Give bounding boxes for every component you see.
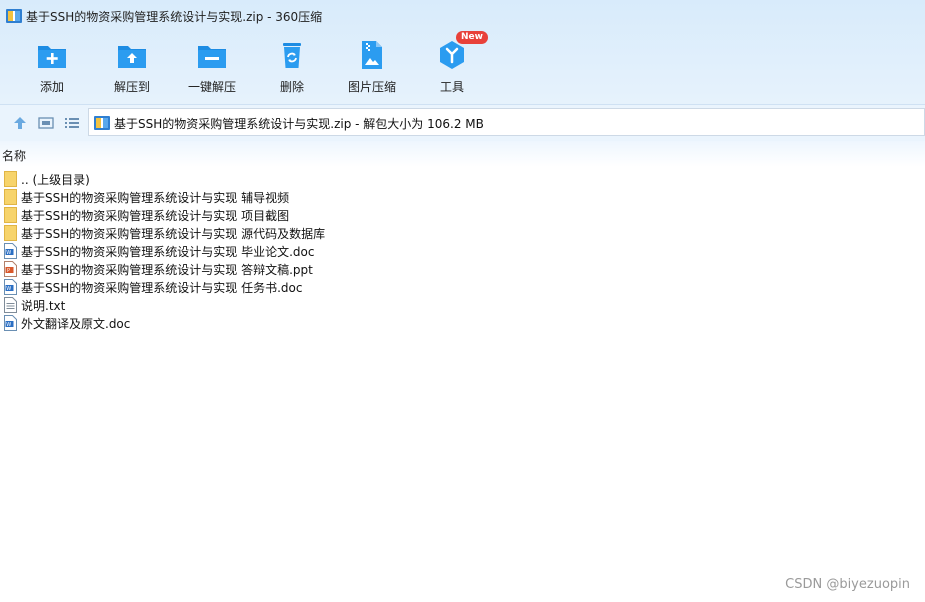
powerpoint-icon: P bbox=[4, 261, 17, 277]
tools-icon bbox=[440, 41, 464, 69]
file-name: 基于SSH的物资采购管理系统设计与实现 答辩文稿.ppt bbox=[21, 263, 313, 277]
one-click-extract-button[interactable]: 一键解压 bbox=[172, 40, 252, 100]
list-item[interactable]: 说明.txt bbox=[0, 296, 600, 314]
window-title: 基于SSH的物资采购管理系统设计与实现.zip - 360压缩 bbox=[26, 10, 323, 24]
add-folder-icon bbox=[38, 46, 66, 68]
list-item[interactable]: 基于SSH的物资采购管理系统设计与实现 源代码及数据库 bbox=[0, 224, 600, 242]
list-view-icon[interactable] bbox=[64, 115, 80, 131]
column-name-label: 名称 bbox=[2, 149, 27, 163]
word-doc-icon: W bbox=[4, 243, 17, 259]
list-item[interactable]: P 基于SSH的物资采购管理系统设计与实现 答辩文稿.ppt bbox=[0, 260, 600, 278]
address-row: 基于SSH的物资采购管理系统设计与实现.zip - 解包大小为 106.2 MB bbox=[0, 104, 925, 141]
file-name: 基于SSH的物资采购管理系统设计与实现 任务书.doc bbox=[21, 281, 303, 295]
folder-icon bbox=[4, 171, 17, 187]
image-compress-button[interactable]: 图片压缩 bbox=[332, 40, 412, 100]
file-name: 基于SSH的物资采购管理系统设计与实现 毕业论文.doc bbox=[21, 245, 315, 259]
word-doc-icon: W bbox=[4, 315, 17, 331]
new-badge: New bbox=[456, 31, 488, 44]
address-path: 基于SSH的物资采购管理系统设计与实现.zip - 解包大小为 106.2 MB bbox=[114, 117, 484, 131]
file-name: 基于SSH的物资采购管理系统设计与实现 源代码及数据库 bbox=[21, 227, 326, 241]
word-doc-icon: W bbox=[4, 279, 17, 295]
list-item[interactable]: W 基于SSH的物资采购管理系统设计与实现 毕业论文.doc bbox=[0, 242, 600, 260]
tools-button[interactable]: New 工具 bbox=[412, 31, 492, 100]
folder-icon bbox=[4, 207, 17, 223]
file-name: 基于SSH的物资采购管理系统设计与实现 辅导视频 bbox=[21, 191, 290, 205]
svg-text:W: W bbox=[6, 286, 11, 292]
watermark: CSDN @biyezuopin bbox=[785, 577, 910, 592]
extract-to-label: 解压到 bbox=[113, 80, 150, 94]
delete-label: 删除 bbox=[279, 80, 304, 94]
image-compress-label: 图片压缩 bbox=[347, 80, 396, 94]
file-name: 说明.txt bbox=[21, 299, 66, 313]
text-file-icon bbox=[4, 297, 17, 313]
image-compress-icon bbox=[362, 41, 382, 69]
tools-label: 工具 bbox=[439, 80, 464, 94]
list-item[interactable]: W 外文翻译及原文.doc bbox=[0, 314, 600, 332]
archive-window: 基于SSH的物资采购管理系统设计与实现.zip - 360压缩 添加 解压到 一… bbox=[0, 0, 925, 602]
file-name: .. (上级目录) bbox=[21, 173, 90, 187]
svg-text:W: W bbox=[6, 322, 11, 328]
file-name: 基于SSH的物资采购管理系统设计与实现 项目截图 bbox=[21, 209, 290, 223]
list-item[interactable]: 基于SSH的物资采购管理系统设计与实现 辅导视频 bbox=[0, 188, 600, 206]
folder-icon bbox=[4, 225, 17, 241]
list-item[interactable]: .. (上级目录) bbox=[0, 170, 600, 188]
extract-to-button[interactable]: 解压到 bbox=[92, 40, 172, 100]
zip-archive-icon bbox=[6, 9, 22, 23]
add-label: 添加 bbox=[39, 80, 64, 94]
extract-to-icon bbox=[118, 46, 146, 68]
header-area: 基于SSH的物资采购管理系统设计与实现.zip - 360压缩 添加 解压到 一… bbox=[0, 0, 925, 104]
svg-text:W: W bbox=[6, 250, 11, 256]
one-click-extract-icon bbox=[198, 46, 226, 68]
one-click-extract-label: 一键解压 bbox=[187, 80, 236, 94]
zip-archive-icon bbox=[94, 116, 110, 130]
add-button[interactable]: 添加 bbox=[12, 40, 92, 100]
file-name: 外文翻译及原文.doc bbox=[21, 317, 131, 331]
delete-button[interactable]: 删除 bbox=[252, 40, 332, 100]
folder-icon bbox=[4, 189, 17, 205]
list-item[interactable]: 基于SSH的物资采购管理系统设计与实现 项目截图 bbox=[0, 206, 600, 224]
column-header-name[interactable]: 名称 bbox=[0, 141, 925, 167]
svg-text:P: P bbox=[7, 268, 10, 274]
list-item[interactable]: W 基于SSH的物资采购管理系统设计与实现 任务书.doc bbox=[0, 278, 600, 296]
up-arrow-icon[interactable] bbox=[12, 115, 28, 131]
address-bar[interactable]: 基于SSH的物资采购管理系统设计与实现.zip - 解包大小为 106.2 MB bbox=[88, 108, 925, 136]
title-bar: 基于SSH的物资采购管理系统设计与实现.zip - 360压缩 bbox=[0, 0, 925, 32]
recycle-delete-icon bbox=[283, 43, 301, 68]
view-toggle-icon[interactable] bbox=[38, 115, 54, 131]
